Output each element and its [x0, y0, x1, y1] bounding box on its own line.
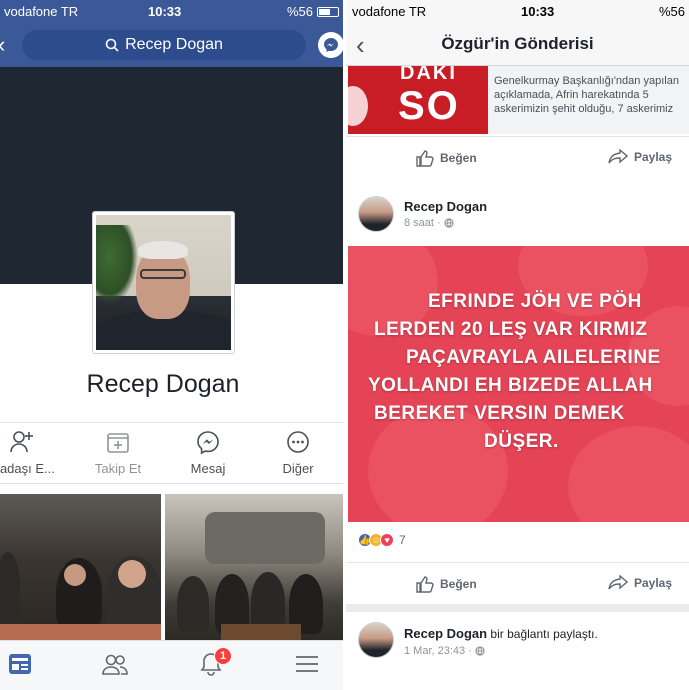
- share-arrow-icon: [608, 575, 628, 590]
- messenger-icon[interactable]: [318, 32, 343, 58]
- image-text-line: PAÇAVRAYLA AILELERINE: [406, 347, 661, 368]
- message-label: Mesaj: [190, 461, 226, 476]
- shared-news-card: DAKI SO Genelkurmay Başkanlığı'ndan yapı…: [346, 66, 689, 194]
- next-post-header: Recep Dogan bir bağlantı paylaştı.: [404, 626, 598, 641]
- news-feed-icon: [9, 654, 31, 674]
- battery-icon: [317, 6, 339, 17]
- message-button[interactable]: Mesaj: [168, 429, 248, 476]
- photo-thumbnail[interactable]: [165, 494, 343, 640]
- like-label: Beğen: [440, 151, 477, 165]
- status-bar: vodafone TR 10:33 %56: [0, 0, 343, 22]
- avatar[interactable]: [358, 196, 394, 232]
- search-value: Recep Dogan: [125, 36, 223, 53]
- top-nav: ‹ Recep Dogan: [0, 22, 343, 67]
- profile-actions: rkadaşı E... Takip Et Mesaj Diğer: [0, 422, 343, 484]
- follow-button[interactable]: Takip Et: [78, 429, 158, 476]
- image-text-line: DÜŞER.: [484, 431, 559, 452]
- share-arrow-icon: [608, 149, 628, 164]
- thumbs-up-icon: [416, 150, 434, 167]
- status-bar: vodafone TR 10:33 %56: [346, 0, 689, 22]
- like-button[interactable]: Beğen: [416, 575, 477, 593]
- more-icon: [287, 431, 309, 453]
- search-input[interactable]: Recep Dogan: [22, 30, 306, 60]
- clock: 10:33: [521, 4, 555, 19]
- news-thumbnail-text: DAKI: [400, 66, 457, 84]
- post-author[interactable]: Recep Dogan: [404, 199, 487, 214]
- post-meta: 1 Mar, 23:43 ·: [404, 645, 485, 657]
- back-chevron-icon[interactable]: ‹: [0, 32, 5, 58]
- avatar[interactable]: [358, 622, 394, 658]
- search-icon: [105, 38, 119, 52]
- news-line: Genelkurmay Başkanlığı'ndan yapılan: [494, 75, 679, 87]
- tab-menu[interactable]: [292, 651, 322, 677]
- profile-screen: vodafone TR 10:33 %56 ‹ Recep Dogan Rece…: [0, 0, 343, 690]
- friends-icon: [102, 654, 128, 675]
- follow-label: Takip Et: [94, 461, 142, 476]
- post-meta: 8 saat ·: [404, 217, 454, 229]
- image-text-line: BEREKET VERSIN DEMEK: [374, 403, 625, 424]
- profile-name: Recep Dogan: [86, 370, 240, 398]
- like-label: Beğen: [440, 577, 477, 591]
- thumbs-up-icon: [416, 576, 434, 593]
- add-friend-button[interactable]: rkadaşı E...: [0, 429, 62, 476]
- share-button[interactable]: Paylaş: [608, 575, 672, 591]
- next-post-author[interactable]: Recep Dogan: [404, 626, 487, 641]
- news-excerpt[interactable]: Genelkurmay Başkanlığı'ndan yapılan açık…: [488, 66, 689, 134]
- post-time[interactable]: 1 Mar, 23:43: [404, 645, 465, 657]
- post-image-text: EFRINDE JÖH VE PÖH LERDEN 20 LEŞ VAR KIR…: [348, 288, 689, 456]
- page-title: Özgür'in Gönderisi: [441, 34, 594, 53]
- photo-thumbnail[interactable]: [0, 494, 161, 640]
- next-post-action: bir bağlantı paylaştı.: [490, 627, 598, 641]
- clock: 10:33: [148, 4, 182, 19]
- action-row: Beğen Paylaş: [346, 136, 689, 176]
- action-row: Beğen Paylaş: [346, 562, 689, 602]
- share-label: Paylaş: [634, 150, 673, 164]
- more-label: Diğer: [282, 461, 314, 476]
- news-thumbnail[interactable]: DAKI SO: [348, 66, 488, 134]
- news-line: askerimizin şehit olduğu, 7 askerimiz: [494, 103, 674, 115]
- tab-news-feed[interactable]: [5, 651, 35, 677]
- reaction-summary[interactable]: 👍 ☺ ♥ 7: [358, 533, 406, 547]
- add-friend-icon: [10, 431, 33, 453]
- globe-icon: [475, 646, 485, 656]
- more-button[interactable]: Diğer: [258, 429, 338, 476]
- share-button[interactable]: Paylaş: [608, 149, 672, 165]
- carrier-label: vodafone TR: [352, 4, 427, 19]
- menu-icon: [296, 656, 318, 672]
- love-reaction-icon: ♥: [380, 533, 394, 547]
- image-text-line: EFRINDE JÖH VE PÖH: [428, 291, 642, 312]
- globe-icon: [444, 218, 454, 228]
- post-image[interactable]: EFRINDE JÖH VE PÖH LERDEN 20 LEŞ VAR KIR…: [348, 246, 689, 522]
- tab-friends[interactable]: [100, 651, 130, 677]
- image-text-line: LERDEN 20 LEŞ VAR KIRMIZ: [374, 319, 648, 340]
- post-screen: vodafone TR 10:33 %56 ‹ Özgür'in Gönderi…: [346, 0, 689, 690]
- share-label: Paylaş: [634, 576, 673, 590]
- battery-percent: %56: [658, 4, 685, 19]
- tab-bar: 1: [0, 640, 343, 690]
- news-thumbnail-text: SO: [398, 84, 460, 128]
- post-card: Recep Dogan 8 saat · EFRINDE JÖH VE PÖH …: [346, 186, 689, 604]
- top-nav: ‹ Özgür'in Gönderisi: [346, 22, 689, 66]
- add-friend-label: rkadaşı E...: [0, 461, 55, 476]
- profile-picture[interactable]: [92, 211, 235, 354]
- carrier-label: vodafone TR: [4, 4, 79, 19]
- image-text-line: YOLLANDI EH BIZEDE ALLAH: [368, 375, 653, 396]
- follow-icon: [107, 433, 129, 453]
- next-post-card: Recep Dogan bir bağlantı paylaştı. 1 Mar…: [346, 612, 689, 690]
- notification-badge: 1: [214, 647, 232, 665]
- reaction-count: 7: [399, 533, 406, 547]
- status-right: %56: [287, 4, 339, 19]
- news-line: açıklamada, Afrin harekatında 5: [494, 89, 649, 101]
- messenger-icon: [197, 431, 219, 455]
- post-time[interactable]: 8 saat: [404, 217, 434, 229]
- like-button[interactable]: Beğen: [416, 149, 477, 167]
- battery-percent: %56: [286, 4, 313, 19]
